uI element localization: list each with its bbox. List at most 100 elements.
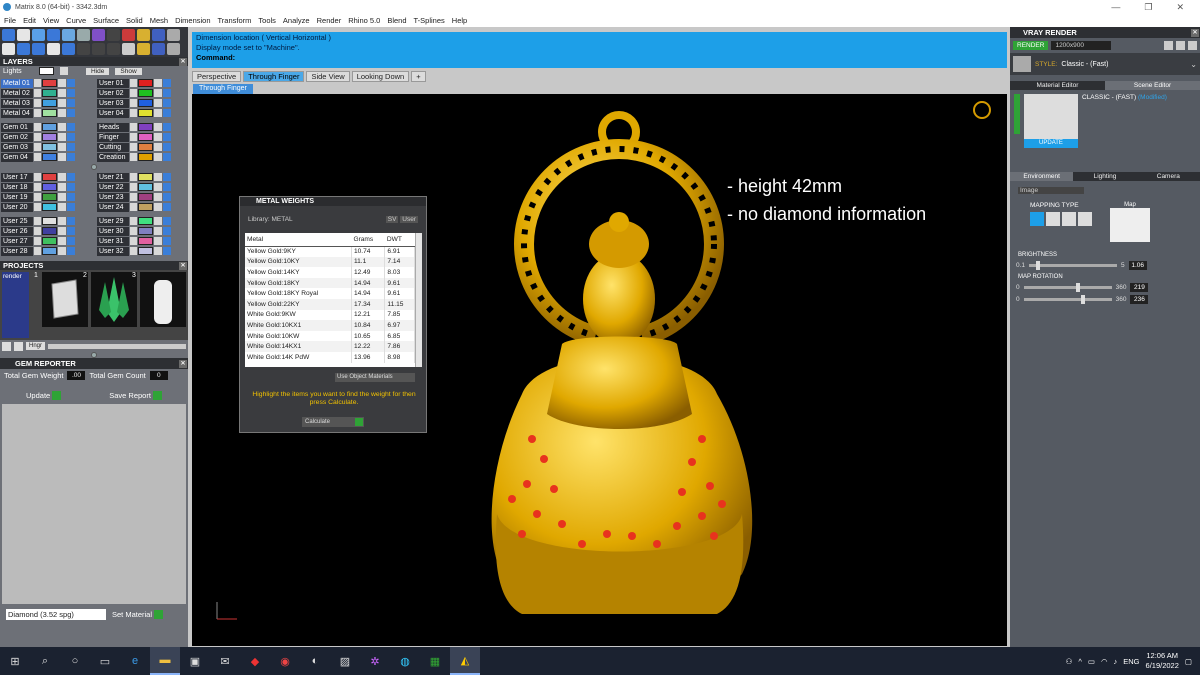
table-row[interactable]: White Gold:10KX1 10.84 6.97 [245, 320, 415, 331]
store-icon[interactable]: ▣ [180, 647, 210, 675]
menu-solid[interactable]: Solid [126, 16, 143, 25]
play-icon[interactable] [130, 173, 137, 181]
lock-icon[interactable] [58, 109, 66, 117]
layer-name[interactable]: Gem 02 [1, 132, 33, 142]
layer-name[interactable]: Cutting [97, 142, 129, 152]
visibility-icon[interactable] [67, 183, 75, 191]
col-dwt[interactable]: DWT [384, 233, 415, 247]
project-item[interactable]: render [2, 272, 29, 338]
layer-color[interactable] [138, 173, 153, 181]
play-icon[interactable] [130, 99, 137, 107]
layer-name[interactable]: Heads [97, 122, 129, 132]
table-row[interactable]: White Gold:10KW 10.65 6.85 [245, 330, 415, 342]
close-icon[interactable]: ✕ [179, 57, 187, 66]
lock-icon[interactable] [58, 183, 66, 191]
update-preset-button[interactable]: UPDATE [1024, 139, 1078, 148]
layer-color[interactable] [42, 183, 57, 191]
table-row[interactable]: White Gold:9KW 12.21 7.85 [245, 309, 415, 321]
visibility-icon[interactable] [67, 143, 75, 151]
chevron-down-icon[interactable]: ⌄ [1190, 60, 1197, 69]
command-prompt[interactable]: Command: [196, 53, 1003, 63]
play-icon[interactable] [130, 227, 137, 235]
layer-name[interactable]: User 24 [97, 202, 129, 212]
tab-camera[interactable]: Camera [1137, 172, 1200, 181]
play-icon[interactable] [34, 183, 41, 191]
layer-name[interactable]: User 25 [1, 216, 33, 226]
layer-color[interactable] [138, 183, 153, 191]
menu-tools[interactable]: Tools [258, 16, 276, 25]
layer-color[interactable] [42, 153, 57, 161]
table-scrollbar[interactable] [415, 233, 422, 367]
lock-icon[interactable] [58, 203, 66, 211]
visibility-icon[interactable] [163, 109, 171, 117]
layer-color[interactable] [42, 79, 57, 87]
lock-icon[interactable] [58, 123, 66, 131]
settings-icon[interactable] [167, 29, 180, 41]
layer-color[interactable] [42, 247, 57, 255]
cortana-icon[interactable]: ○ [60, 647, 90, 675]
frame-icon[interactable] [167, 42, 180, 55]
layer-name[interactable]: User 18 [1, 182, 33, 192]
layer-color[interactable] [42, 217, 57, 225]
play-icon[interactable] [34, 217, 41, 225]
hinge-button[interactable]: Hngr [26, 342, 46, 350]
layer-color[interactable] [42, 133, 57, 141]
lock-icon[interactable] [60, 67, 68, 75]
tab-side-view[interactable]: Side View [306, 71, 350, 82]
clock[interactable]: 12:06 AM 6/19/2022 [1146, 651, 1179, 671]
visibility-icon[interactable] [67, 123, 75, 131]
material-select[interactable]: Diamond (3.52 spg) [6, 609, 106, 620]
map-preview[interactable]: Map [1110, 202, 1150, 242]
play-icon[interactable] [34, 247, 41, 255]
layer-name[interactable]: User 30 [97, 226, 129, 236]
layer-color[interactable] [138, 217, 153, 225]
layer-color[interactable] [138, 89, 153, 97]
tab-environment[interactable]: Environment [1010, 172, 1074, 181]
preset-handle[interactable] [1014, 94, 1020, 134]
layer-name[interactable]: Gem 01 [1, 122, 33, 132]
plane-map-icon[interactable] [1030, 212, 1044, 226]
map-thumbnail[interactable] [1110, 208, 1150, 242]
close-icon[interactable] [1188, 41, 1197, 50]
visibility-icon[interactable] [163, 183, 171, 191]
menu-rhino[interactable]: Rhino 5.0 [348, 16, 380, 25]
visibility-icon[interactable] [67, 193, 75, 201]
table-row[interactable]: Yellow Gold:10KY 11.1 7.14 [245, 256, 415, 268]
play-icon[interactable] [130, 203, 137, 211]
visibility-icon[interactable] [67, 153, 75, 161]
layer-color[interactable] [138, 203, 153, 211]
play-icon[interactable] [130, 183, 137, 191]
close-icon[interactable]: ✕ [179, 359, 187, 368]
layer-name[interactable]: User 28 [1, 246, 33, 256]
lock-icon[interactable] [154, 79, 162, 87]
lock-icon[interactable] [154, 193, 162, 201]
visibility-icon[interactable] [67, 203, 75, 211]
add-tab-button[interactable]: + [411, 71, 426, 82]
layer-name[interactable]: User 31 [97, 236, 129, 246]
lock-icon[interactable] [58, 89, 66, 97]
layer-color[interactable] [138, 79, 153, 87]
language-indicator[interactable]: ENG [1123, 657, 1139, 666]
pointer-icon[interactable] [122, 42, 135, 55]
projects-scrollbar[interactable] [48, 344, 186, 349]
rotation-v-value[interactable]: 236 [1130, 294, 1149, 304]
task-view-icon[interactable]: ▭ [90, 647, 120, 675]
menu-dimension[interactable]: Dimension [175, 16, 210, 25]
layer-name[interactable]: User 17 [1, 172, 33, 182]
user-button[interactable]: User [400, 216, 418, 223]
visibility-icon[interactable] [67, 217, 75, 225]
ring-icon[interactable] [62, 42, 75, 55]
lock-icon[interactable] [154, 89, 162, 97]
lock-icon[interactable] [154, 173, 162, 181]
visibility-icon[interactable] [163, 227, 171, 235]
play-icon[interactable] [34, 89, 41, 97]
play-icon[interactable] [130, 193, 137, 201]
lock-icon[interactable] [58, 133, 66, 141]
viewport-title-dropdown[interactable]: Through Finger [193, 84, 253, 94]
new-icon[interactable] [2, 29, 15, 41]
gem-icon[interactable] [92, 29, 105, 41]
menu-render[interactable]: Render [317, 16, 342, 25]
play-icon[interactable] [34, 193, 41, 201]
layer-name[interactable]: User 29 [97, 216, 129, 226]
menu-transform[interactable]: Transform [218, 16, 252, 25]
